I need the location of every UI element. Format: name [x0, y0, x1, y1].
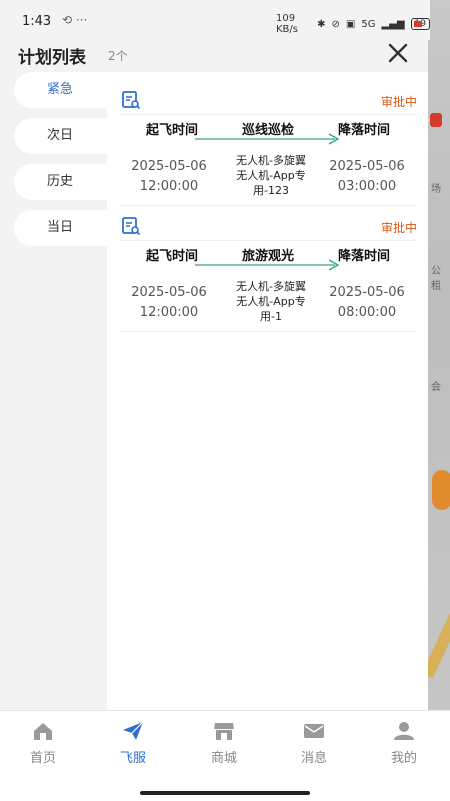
home-icon	[34, 723, 52, 740]
nav-profile[interactable]: 我的	[374, 721, 434, 766]
plan-count: 2个	[108, 49, 128, 63]
landing-clock: 08:00:00	[337, 305, 397, 320]
hd-icon: ▣	[345, 18, 356, 30]
takeoff-clock: 12:00:00	[139, 305, 199, 320]
nav-store[interactable]: 商城	[194, 721, 254, 766]
filter-urgent[interactable]: 紧急	[14, 72, 107, 108]
page-title: 计划列表	[18, 48, 86, 68]
card-header: 审批中	[119, 84, 417, 114]
mail-icon	[304, 724, 324, 738]
status-badge: 审批中	[380, 221, 417, 235]
landing-clock: 03:00:00	[337, 179, 397, 194]
store-icon	[214, 723, 234, 740]
plan-card[interactable]: 审批中 起飞时间 旅游观光 降落时间 2025-05-06 12:00:00 无…	[119, 210, 417, 332]
filter-history[interactable]: 历史	[14, 164, 107, 200]
header: 计划列表 2个	[0, 40, 430, 70]
signal-text: 5G	[361, 18, 376, 30]
net-speed: 109 KB/s	[276, 13, 298, 35]
nav-label: 飞服	[119, 751, 146, 766]
plan-list: 审批中 起飞时间 巡线巡检 降落时间 2025-05-06 12:00:00 无…	[107, 72, 428, 710]
nav-home[interactable]: 首页	[13, 721, 73, 766]
landing-time: 2025-05-06 03:00:00	[317, 157, 417, 197]
home-indicator[interactable]	[140, 791, 310, 795]
status-icons: 109 KB/s ✱ ⊘ ▣ 5G ▂▄▆ 19	[276, 13, 430, 35]
nav-messages[interactable]: 消息	[284, 721, 344, 766]
bottom-nav: 首页 飞服 商城 消息 我的	[0, 710, 450, 801]
takeoff-date: 2025-05-06	[131, 285, 207, 300]
map-background: 场 公租 会	[421, 0, 450, 710]
map-label: 会	[431, 382, 441, 393]
close-button[interactable]	[385, 40, 411, 66]
status-extra: ⟲ ···	[62, 13, 88, 27]
card-header: 审批中	[119, 210, 417, 240]
arrow-right-icon	[195, 259, 340, 271]
status-badge: 审批中	[380, 95, 417, 109]
nav-label: 商城	[210, 751, 237, 766]
plan-card[interactable]: 审批中 起飞时间 巡线巡检 降落时间 2025-05-06 12:00:00 无…	[119, 84, 417, 206]
aircraft-line: 用-123	[253, 184, 289, 197]
takeoff-clock: 12:00:00	[139, 179, 199, 194]
aircraft-line: 无人机-App专	[236, 295, 306, 308]
aircraft-line: 无人机-App专	[236, 169, 306, 182]
map-label: 公租	[431, 266, 441, 292]
status-bar: 1:43 ⟲ ··· 109 KB/s ✱ ⊘ ▣ 5G ▂▄▆ 19	[0, 0, 430, 40]
wifi-off-icon: ⊘	[331, 18, 340, 30]
takeoff-time: 2025-05-06 12:00:00	[119, 157, 219, 197]
document-search-icon[interactable]	[121, 216, 141, 236]
document-search-icon[interactable]	[121, 90, 141, 110]
aircraft-info: 无人机-多旋翼 无人机-App专 用-123	[220, 153, 322, 198]
filter-next-day[interactable]: 次日	[14, 118, 107, 154]
map-marker	[432, 470, 450, 510]
status-time: 1:43	[22, 14, 52, 29]
signal-icon: ▂▄▆	[381, 18, 405, 30]
takeoff-time: 2025-05-06 12:00:00	[119, 283, 219, 323]
aircraft-line: 无人机-多旋翼	[236, 280, 306, 293]
aircraft-line: 无人机-多旋翼	[236, 154, 306, 167]
arrow-right-icon	[195, 133, 340, 145]
aircraft-line: 用-1	[260, 310, 282, 323]
user-icon	[394, 722, 414, 740]
nav-label: 首页	[29, 751, 56, 766]
nav-label: 消息	[300, 751, 327, 766]
landing-date: 2025-05-06	[329, 285, 405, 300]
card-body: 2025-05-06 12:00:00 无人机-多旋翼 无人机-App专 用-1…	[119, 133, 417, 206]
bluetooth-icon: ✱	[317, 18, 326, 30]
aircraft-info: 无人机-多旋翼 无人机-App专 用-1	[220, 279, 322, 324]
paper-plane-icon	[123, 721, 144, 740]
map-pin-icon	[430, 113, 442, 127]
close-icon	[388, 43, 408, 63]
nav-label: 我的	[390, 751, 417, 766]
landing-time: 2025-05-06 08:00:00	[317, 283, 417, 323]
map-label: 场	[431, 184, 441, 195]
battery-icon: 19	[410, 18, 430, 30]
nav-flight-service[interactable]: 飞服	[103, 721, 163, 766]
takeoff-date: 2025-05-06	[131, 159, 207, 174]
card-body: 2025-05-06 12:00:00 无人机-多旋翼 无人机-App专 用-1…	[119, 259, 417, 332]
landing-date: 2025-05-06	[329, 159, 405, 174]
filter-today[interactable]: 当日	[14, 210, 107, 246]
